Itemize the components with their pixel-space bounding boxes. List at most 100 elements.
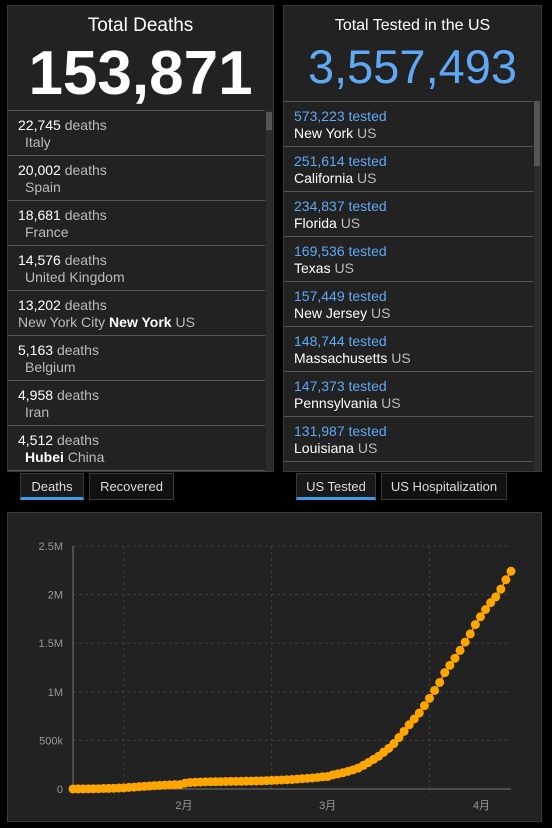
state-name: Louisiana [294,440,354,456]
tested-list[interactable]: 573,223 tested New York US 251,614 tested C… [284,101,533,471]
unit-label: tested [348,153,387,169]
y-tick-label: 0 [57,784,63,796]
country-name: China [63,449,105,465]
deaths-list[interactable]: 22,745 deaths Italy 20,002 deaths Spain 18,6… [8,110,265,471]
death-count: 22,745 [18,117,61,133]
data-point[interactable] [470,620,480,630]
x-tick-label: 3月 [319,800,336,812]
list-item[interactable]: 13,202 deaths New York City New York US [8,291,265,336]
tested-count: 169,536 [294,243,345,259]
country-name: Spain [25,179,61,195]
list-item[interactable]: 18,681 deaths France [8,201,265,246]
list-item[interactable]: 169,536 tested Texas US [284,237,533,282]
data-point[interactable] [450,653,460,663]
unit-label: tested [348,198,387,214]
panel-title: Total Tested in the US [334,17,491,34]
state-name: New York [294,125,354,141]
death-count: 20,002 [18,162,61,178]
list-item[interactable]: 4,958 deaths Iran [8,381,265,426]
tab-us-hospitalization[interactable]: US Hospitalization [381,473,507,500]
list-item[interactable]: 573,223 tested New York US [284,102,533,147]
unit-label: tested [348,333,387,349]
tested-count: 251,614 [294,153,345,169]
tab-deaths[interactable]: Deaths [20,473,84,500]
country-name: US [357,440,378,456]
data-point[interactable] [419,701,429,711]
data-point[interactable] [460,637,470,647]
list-item[interactable]: 22,745 deaths Italy [8,111,265,156]
unit-label: deaths [56,432,99,448]
unit-label: deaths [56,342,99,358]
country-name: US [391,350,411,366]
unit-label: tested [348,108,387,124]
tested-count: 573,223 [294,108,345,124]
data-point[interactable] [491,592,501,602]
data-point[interactable] [455,645,465,655]
tested-count: 157,449 [294,288,345,304]
data-point[interactable] [475,612,485,622]
tested-count: 234,837 [294,198,345,214]
list-item[interactable]: 131,987 tested Louisiana US [284,417,533,462]
total-deaths-panel: Total Deaths 153,871 22,745 deaths Italy 2… [7,5,274,472]
unit-label: tested [348,243,387,259]
region-name: New York [109,314,172,330]
death-count: 4,958 [18,387,54,403]
y-tick-label: 1.5M [39,638,63,650]
list-item[interactable]: 251,614 tested California US [284,147,533,192]
total-tested-panel: Total Tested in the US 3,557,493 573,223… [283,5,542,472]
data-point[interactable] [501,575,511,585]
unit-label: deaths [64,117,107,133]
chart-panel: 0 500k 1M 1.5M 2M 2.5M 2月 3月 4月 [7,512,542,822]
data-point[interactable] [414,708,424,718]
country-name: US [357,125,377,141]
state-name: Texas [294,260,331,276]
data-point[interactable] [440,668,450,678]
list-item[interactable]: 157,449 tested New Jersey US [284,282,533,327]
tab-recovered[interactable]: Recovered [89,473,174,500]
y-tick-label: 2.5M [39,541,63,553]
unit-label: tested [348,288,387,304]
country-name: US [171,314,195,330]
tab-us-tested[interactable]: US Tested [296,473,376,500]
data-point[interactable] [506,566,516,576]
country-name: US [340,215,361,231]
tested-count: 131,987 [294,423,345,439]
death-count: 5,163 [18,342,54,358]
death-count: 4,512 [18,432,54,448]
list-item[interactable]: 20,002 deaths Spain [8,156,265,201]
unit-label: tested [349,468,387,471]
x-tick-label: 4月 [473,800,490,812]
tested-count: 147,373 [294,378,345,394]
state-name: Florida [294,215,337,231]
list-item[interactable]: 234,837 tested Florida US [284,192,533,237]
death-count: 13,202 [18,297,61,313]
country-name: US [371,305,391,321]
country-name: Iran [25,404,50,420]
region-name: Hubei [25,449,64,465]
series-line [72,570,512,790]
scrollbar[interactable] [534,101,540,471]
data-point[interactable] [435,677,445,687]
country-name: US [381,395,401,411]
unit-label: tested [348,378,387,394]
data-point[interactable] [430,685,440,695]
state-name: Massachusetts [294,350,388,366]
list-item[interactable]: 130,163 tested [284,462,533,471]
list-item[interactable]: 14,576 deaths United Kingdom [8,246,265,291]
country-name: US [334,260,354,276]
y-tick-label: 1M [48,687,63,699]
city-name: New York City [18,314,110,330]
list-item[interactable]: 147,373 tested Pennsylvania US [284,372,533,417]
data-point[interactable] [465,629,475,639]
list-item[interactable]: 5,163 deaths Belgium [8,336,265,381]
data-point[interactable] [496,584,506,594]
scrollbar[interactable] [266,110,272,471]
total-deaths-value: 153,871 [28,39,253,108]
state-name: California [294,170,354,186]
list-item[interactable]: 148,744 tested Massachusetts US [284,327,533,372]
list-item[interactable]: 4,512 deaths Hubei China [8,426,265,471]
death-count: 18,681 [18,207,61,223]
data-point[interactable] [425,693,435,703]
x-tick-label: 2月 [175,800,192,812]
y-tick-label: 500k [39,735,63,747]
